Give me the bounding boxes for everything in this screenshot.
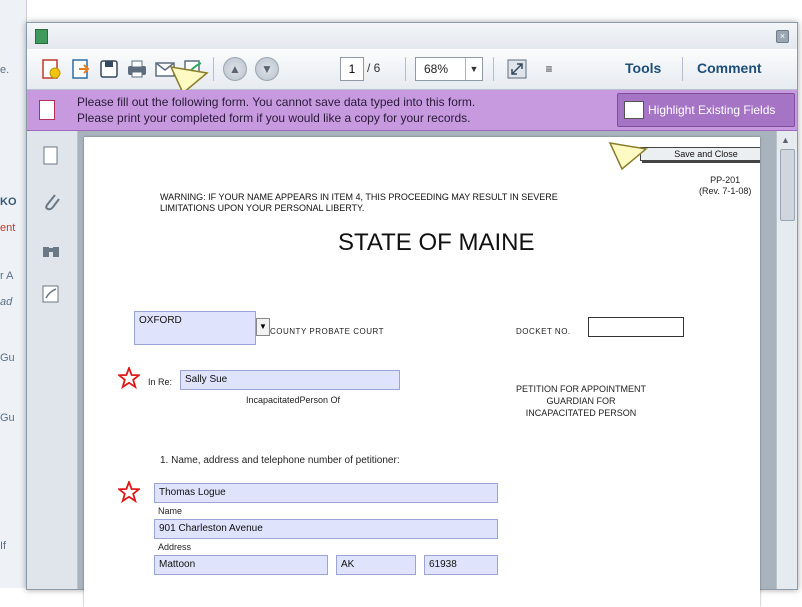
in-re-field[interactable]: Sally Sue: [180, 370, 400, 390]
screenshot-frame: e. KO ent r A ad Gu Gu If × ▲ ▼ 1 / 6 68…: [0, 0, 802, 607]
scrollbar-thumb[interactable]: [780, 149, 795, 221]
warning-line-1: WARNING: IF YOUR NAME APPEARS IN ITEM 4,…: [160, 192, 558, 202]
save-icon[interactable]: [97, 57, 121, 81]
chevron-down-icon[interactable]: ▼: [465, 58, 482, 80]
toolbar-separator: [405, 57, 406, 81]
incapacitated-label: IncapacitatedPerson Of: [246, 395, 341, 405]
notice-message: Please fill out the following form. You …: [77, 94, 475, 126]
petitioner-state-field[interactable]: AK: [336, 555, 416, 575]
tools-button[interactable]: Tools: [625, 60, 661, 76]
form-number-line-2: (Rev. 7-1-08): [699, 186, 752, 196]
notice-line-2: Please print your completed form if you …: [77, 111, 471, 125]
required-star-icon: [118, 367, 140, 389]
export-icon[interactable]: [69, 57, 93, 81]
petitioner-name-field[interactable]: Thomas Logue: [154, 483, 498, 503]
title-bar: ×: [27, 23, 797, 50]
petitioner-city-field[interactable]: Mattoon: [154, 555, 328, 575]
page-number-input[interactable]: 1: [340, 57, 364, 81]
petitioner-zip-field[interactable]: 61938: [424, 555, 498, 575]
fit-page-icon[interactable]: [505, 57, 529, 81]
highlight-icon: [624, 101, 644, 119]
scroll-up-icon[interactable]: ▲: [781, 135, 790, 145]
form-number: PP-201 (Rev. 7-1-08): [699, 175, 751, 197]
options-icon[interactable]: ≡: [537, 57, 561, 81]
zoom-select[interactable]: 68% ▼: [415, 57, 483, 81]
toolbar-separator: [493, 57, 494, 81]
toolbar-separator: [682, 57, 683, 81]
petition-line-2: GUARDIAN FOR: [546, 396, 616, 406]
county-label: COUNTY PROBATE COURT: [270, 327, 385, 336]
form-notice-bar: Please fill out the following form. You …: [27, 90, 797, 131]
next-page-icon[interactable]: ▼: [255, 57, 279, 81]
toolbar: ▲ ▼ 1 / 6 68% ▼ ≡ Tools Comment: [27, 49, 797, 95]
toolbar-separator: [213, 57, 214, 81]
county-select[interactable]: OXFORD: [134, 311, 256, 345]
bg-fragment: Gu: [0, 352, 15, 364]
required-star-icon: [118, 481, 140, 503]
chevron-down-icon[interactable]: ▼: [256, 318, 270, 336]
navigation-pane: [27, 131, 78, 589]
vertical-scrollbar[interactable]: ▲: [776, 131, 797, 589]
reader-window: × ▲ ▼ 1 / 6 68% ▼ ≡ Tools Comment Please…: [26, 22, 798, 607]
signatures-icon[interactable]: [41, 283, 61, 305]
petition-line-1: PETITION FOR APPOINTMENT: [516, 384, 647, 394]
save-and-close-button[interactable]: Save and Close: [640, 147, 760, 161]
bg-fragment: KO: [0, 196, 17, 208]
document-area: Save and Close PP-201 (Rev. 7-1-08) WARN…: [78, 131, 777, 607]
acrobat-icon: [35, 29, 48, 44]
state-title: STATE OF MAINE: [338, 229, 535, 256]
highlight-fields-button[interactable]: Highlight Existing Fields: [617, 93, 795, 127]
in-re-label: In Re:: [148, 377, 173, 387]
print-icon[interactable]: [125, 57, 149, 81]
attachments-icon[interactable]: [41, 191, 61, 213]
bg-fragment: e.: [0, 64, 10, 76]
docket-label: DOCKET NO.: [516, 327, 571, 336]
create-icon[interactable]: [39, 57, 63, 81]
name-label: Name: [158, 506, 183, 516]
county-value: OXFORD: [139, 315, 182, 326]
warning-text: WARNING: IF YOUR NAME APPEARS IN ITEM 4,…: [160, 192, 590, 214]
petition-title: PETITION FOR APPOINTMENT GUARDIAN FOR IN…: [516, 383, 646, 419]
binoculars-icon[interactable]: [41, 239, 61, 261]
form-icon: [39, 100, 55, 120]
page-total: / 6: [367, 61, 381, 75]
bg-fragment: r A: [0, 270, 14, 282]
form-number-line-1: PP-201: [710, 175, 741, 185]
item-1-label: 1. Name, address and telephone number of…: [160, 455, 400, 466]
close-icon[interactable]: ×: [776, 30, 789, 43]
petitioner-address-field[interactable]: 901 Charleston Avenue: [154, 519, 498, 539]
warning-line-2: LIMITATIONS UPON YOUR PERSONAL LIBERTY.: [160, 203, 365, 213]
comment-button[interactable]: Comment: [697, 60, 762, 76]
bg-fragment: ent: [0, 222, 16, 234]
document-page: Save and Close PP-201 (Rev. 7-1-08) WARN…: [84, 137, 760, 607]
docket-field[interactable]: [588, 317, 684, 337]
bg-fragment: If: [0, 540, 7, 552]
callout-arrow-icon: [608, 142, 648, 171]
bg-fragment: Gu: [0, 412, 15, 424]
pages-icon[interactable]: [41, 145, 61, 167]
highlight-fields-label: Highlight Existing Fields: [648, 103, 776, 117]
background-app: e. KO ent r A ad Gu Gu If: [0, 0, 27, 588]
notice-line-1: Please fill out the following form. You …: [77, 95, 476, 109]
prev-page-icon[interactable]: ▲: [223, 57, 247, 81]
address-label: Address: [158, 542, 192, 552]
bg-fragment: ad: [0, 296, 13, 308]
petition-line-3: INCAPACITATED PERSON: [525, 408, 637, 418]
zoom-value: 68%: [424, 62, 449, 76]
